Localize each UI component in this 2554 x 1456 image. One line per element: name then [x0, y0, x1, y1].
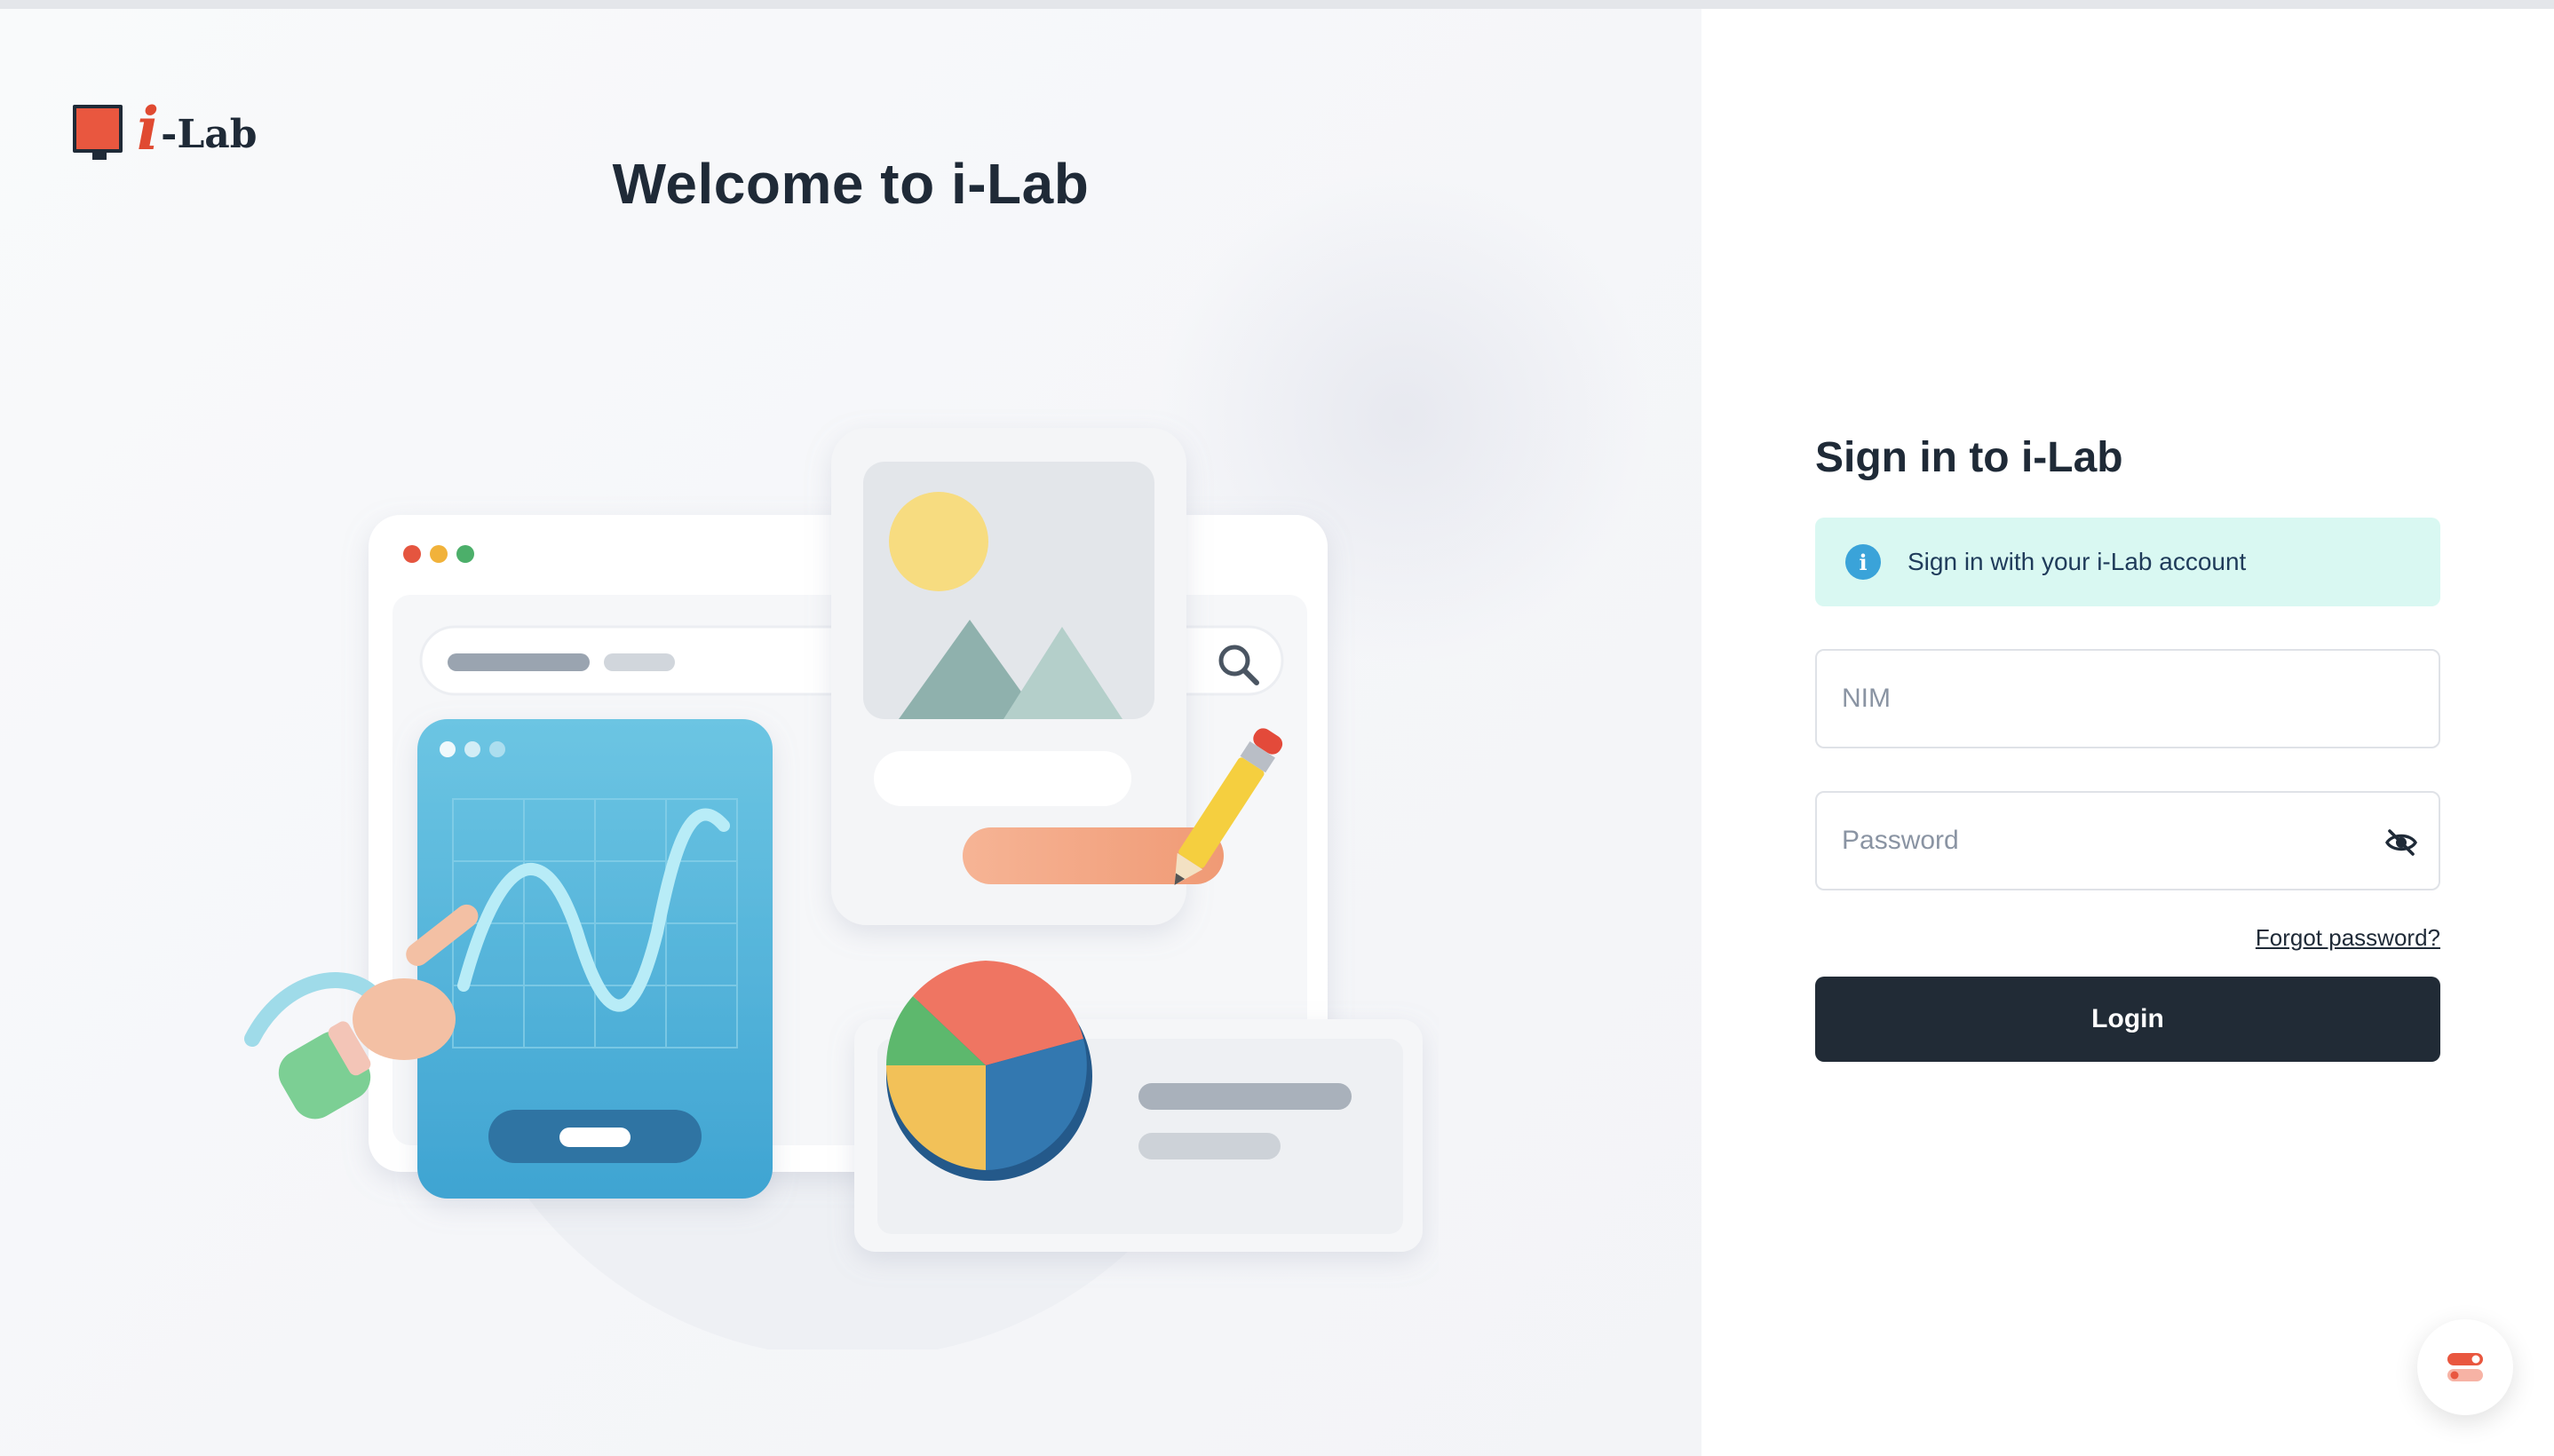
logo-text-lab: -Lab	[161, 112, 258, 157]
logo-letter-i: i	[137, 94, 160, 163]
password-field	[1815, 791, 2440, 890]
top-divider	[0, 0, 2554, 9]
forgot-password-link[interactable]: Forgot password?	[2256, 924, 2440, 951]
window-dot-green	[456, 545, 474, 563]
dashboard-illustration	[244, 428, 1423, 1349]
nim-field	[1815, 649, 2440, 748]
nim-input[interactable]	[1817, 651, 2439, 747]
password-input[interactable]	[1817, 793, 2439, 889]
eye-off-icon[interactable]	[2383, 825, 2419, 860]
login-button[interactable]: Login	[1815, 977, 2440, 1062]
settings-fab-button[interactable]	[2417, 1319, 2513, 1415]
welcome-panel: i -Lab Welcome to i-Lab	[0, 9, 1701, 1456]
forgot-row: Forgot password?	[1815, 924, 2440, 952]
info-alert: i Sign in with your i-Lab account	[1815, 518, 2440, 606]
settings-toggle-icon	[2447, 1353, 2483, 1381]
signin-form: Sign in to i-Lab i Sign in with your i-L…	[1815, 433, 2440, 1062]
monitor-logo-icon	[73, 99, 128, 160]
signin-panel: Sign in to i-Lab i Sign in with your i-L…	[1701, 9, 2554, 1456]
sun-shape	[889, 492, 988, 591]
welcome-title: Welcome to i-Lab	[612, 152, 1090, 216]
info-icon: i	[1845, 544, 1881, 580]
ilab-logo[interactable]: i -Lab	[73, 87, 258, 163]
signin-title: Sign in to i-Lab	[1815, 434, 2123, 481]
window-dot-red	[403, 545, 421, 563]
info-alert-text: Sign in with your i-Lab account	[1908, 548, 2247, 575]
window-dot-yellow	[430, 545, 448, 563]
